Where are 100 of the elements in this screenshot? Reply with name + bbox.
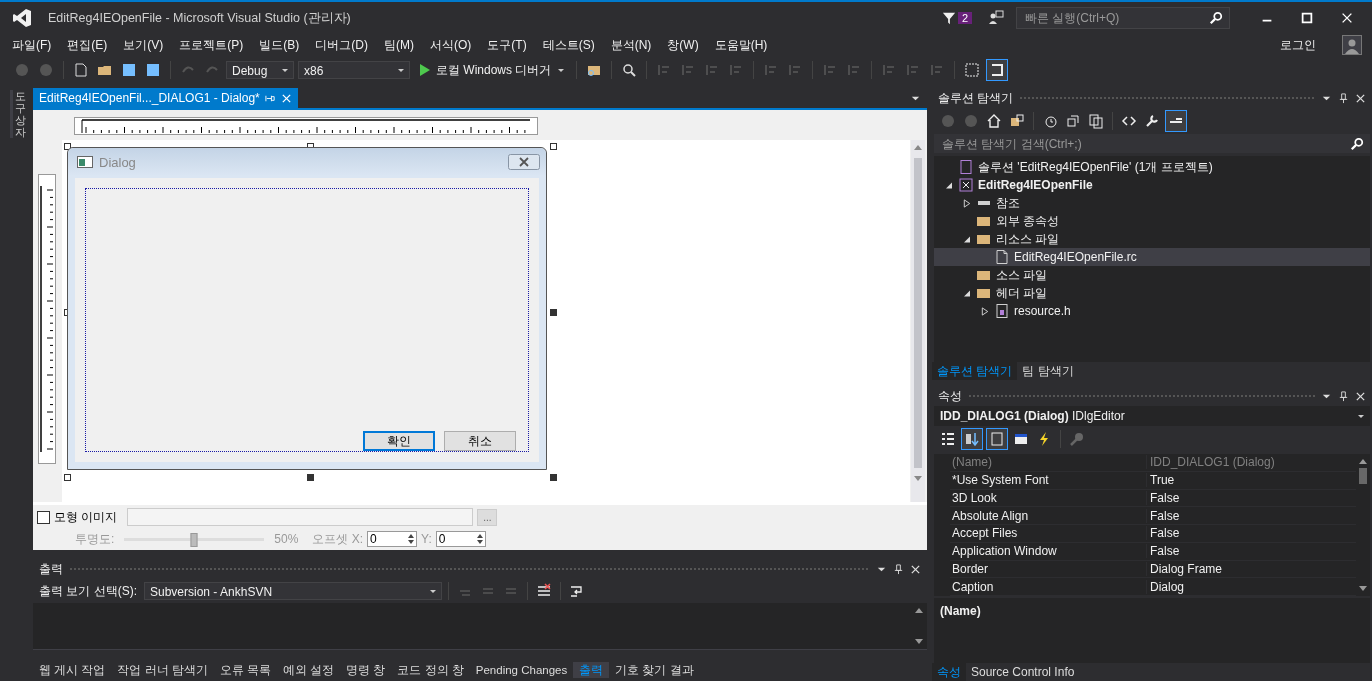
- menu-item[interactable]: 빌드(B): [251, 36, 308, 54]
- resize-handle[interactable]: [550, 474, 557, 481]
- resize-handle[interactable]: [64, 474, 71, 481]
- tree-item[interactable]: 리소스 파일: [934, 230, 1370, 248]
- platform-dropdown[interactable]: x86: [298, 61, 410, 79]
- scroll-down-icon[interactable]: [1359, 586, 1367, 592]
- scrollbar-thumb[interactable]: [914, 158, 922, 468]
- panel-tab[interactable]: 팀 탐색기: [1017, 362, 1079, 380]
- pin-icon[interactable]: [893, 563, 904, 575]
- expanded-icon[interactable]: [945, 180, 953, 190]
- expanded-icon[interactable]: [963, 288, 971, 298]
- tree-item[interactable]: 헤더 파일: [934, 284, 1370, 302]
- property-row[interactable]: Caption Dialog: [950, 578, 1356, 596]
- spin-arrows-icon[interactable]: [475, 532, 484, 546]
- document-tab[interactable]: EditReg4IEOpenFil..._DIALOG1 - Dialog*: [33, 88, 298, 108]
- feedback-icon[interactable]: [988, 10, 1004, 26]
- menu-item[interactable]: 편집(E): [59, 36, 116, 54]
- collapsed-icon[interactable]: [981, 306, 989, 316]
- menu-item[interactable]: 파일(F): [4, 36, 60, 54]
- copy-icon[interactable]: [1086, 111, 1106, 131]
- output-source-dropdown[interactable]: Subversion - AnkhSVN: [144, 582, 442, 600]
- sign-in-link[interactable]: 로그인: [1272, 36, 1324, 54]
- panel-tab[interactable]: 코드 정의 창: [391, 662, 470, 678]
- tree-item[interactable]: 참조: [934, 194, 1370, 212]
- tree-item[interactable]: EditReg4IEOpenFile: [934, 176, 1370, 194]
- pin-icon[interactable]: [1338, 92, 1349, 104]
- menu-item[interactable]: 보기(V): [115, 36, 172, 54]
- offset-y-spinbox[interactable]: 0: [435, 531, 486, 547]
- tree-item[interactable]: 외부 종속성: [934, 212, 1370, 230]
- tree-item[interactable]: 소스 파일: [934, 266, 1370, 284]
- properties-icon[interactable]: [986, 428, 1008, 450]
- image-path-field[interactable]: [127, 508, 474, 526]
- resize-handle[interactable]: [550, 143, 557, 150]
- panel-tab[interactable]: 웹 게시 작업: [33, 662, 112, 678]
- scrollbar-thumb[interactable]: [1359, 468, 1367, 484]
- property-value[interactable]: False: [1147, 490, 1180, 505]
- panel-tab[interactable]: 오류 목록: [213, 662, 277, 678]
- menu-item[interactable]: 창(W): [659, 36, 707, 54]
- menu-item[interactable]: 디버그(D): [307, 36, 376, 54]
- offset-x-spinbox[interactable]: 0: [367, 531, 418, 547]
- pin-icon[interactable]: [1338, 390, 1349, 402]
- property-row[interactable]: Absolute Align False: [950, 507, 1356, 525]
- preview-icon[interactable]: [1165, 110, 1187, 132]
- menu-item[interactable]: 서식(O): [422, 36, 480, 54]
- scroll-down-icon[interactable]: [914, 476, 922, 482]
- start-debugging-button[interactable]: 로컬 Windows 디버거: [414, 61, 570, 79]
- menu-item[interactable]: 분석(N): [602, 36, 660, 54]
- panel-tab[interactable]: 솔루션 탐색기: [932, 362, 1018, 380]
- collapsed-icon[interactable]: [963, 198, 971, 208]
- menu-item[interactable]: 도움말(H): [706, 36, 776, 54]
- scroll-up-icon[interactable]: [915, 607, 923, 613]
- property-value[interactable]: False: [1147, 544, 1180, 559]
- quick-launch-field[interactable]: 빠른 실행(Ctrl+Q): [1016, 7, 1230, 29]
- configuration-dropdown[interactable]: Debug: [226, 61, 294, 79]
- panel-tab[interactable]: Source Control Info: [966, 663, 1080, 681]
- resize-handle[interactable]: [64, 143, 71, 150]
- panel-tab[interactable]: 기호 찾기 결과: [609, 662, 700, 678]
- checkbox[interactable]: [37, 510, 50, 524]
- menu-item[interactable]: 도구(T): [479, 36, 535, 54]
- property-value[interactable]: True: [1147, 473, 1175, 488]
- property-row[interactable]: (Name) IDD_DIALOG1 (Dialog): [950, 454, 1356, 472]
- property-value[interactable]: Dialog Frame: [1147, 561, 1223, 576]
- property-value[interactable]: IDD_DIALOG1 (Dialog): [1147, 455, 1275, 470]
- close-icon[interactable]: [508, 154, 540, 170]
- property-row[interactable]: Accept Files False: [950, 525, 1356, 543]
- tree-item[interactable]: EditReg4IEOpenFile.rc: [934, 248, 1370, 266]
- object-selector[interactable]: IDD_DIALOG1 (Dialog) IDlgEditor: [934, 406, 1370, 426]
- property-value[interactable]: False: [1147, 508, 1180, 523]
- menu-item[interactable]: 팀(M): [376, 36, 422, 54]
- expanded-icon[interactable]: [963, 234, 971, 244]
- panel-tab[interactable]: 작업 러너 탐색기: [111, 662, 214, 678]
- toolbox-tab[interactable]: 도구 상자: [10, 90, 26, 139]
- tree-item[interactable]: 솔루션 'EditReg4IEOpenFile' (1개 프로젝트): [934, 158, 1370, 176]
- notification-badge[interactable]: 2: [957, 12, 972, 24]
- search-input[interactable]: 솔루션 탐색기 검색(Ctrl+;): [940, 135, 1350, 152]
- panel-tab[interactable]: 예외 설정: [277, 662, 341, 678]
- scroll-up-icon[interactable]: [914, 144, 922, 150]
- menu-item[interactable]: 테스트(S): [534, 36, 603, 54]
- panel-tab[interactable]: 속성: [932, 663, 966, 681]
- quick-launch-input[interactable]: 빠른 실행(Ctrl+Q): [1023, 10, 1209, 26]
- property-value[interactable]: False: [1147, 526, 1180, 541]
- spin-arrows-icon[interactable]: [407, 532, 416, 546]
- vertical-scrollbar[interactable]: [911, 140, 925, 502]
- scroll-down-icon[interactable]: [915, 639, 923, 645]
- panel-tab[interactable]: Pending Changes: [469, 662, 574, 678]
- tree-item[interactable]: resource.h: [934, 302, 1370, 320]
- resize-handle[interactable]: [307, 474, 314, 481]
- scroll-up-icon[interactable]: [1359, 458, 1367, 464]
- dialog-button[interactable]: 확인: [363, 431, 435, 451]
- slider-thumb[interactable]: [190, 532, 198, 547]
- dialog-button[interactable]: 취소: [444, 431, 516, 451]
- maximize-icon[interactable]: [1300, 11, 1314, 25]
- avatar-icon[interactable]: [1342, 35, 1362, 55]
- resize-handle[interactable]: [550, 309, 557, 316]
- search-field[interactable]: 솔루션 탐색기 검색(Ctrl+;): [934, 134, 1370, 153]
- menu-item[interactable]: 프로젝트(P): [171, 36, 252, 54]
- panel-tab[interactable]: 명령 창: [340, 662, 392, 678]
- filter-icon[interactable]: [941, 11, 956, 25]
- property-value[interactable]: Dialog: [1147, 579, 1185, 594]
- browse-button[interactable]: ...: [477, 508, 498, 526]
